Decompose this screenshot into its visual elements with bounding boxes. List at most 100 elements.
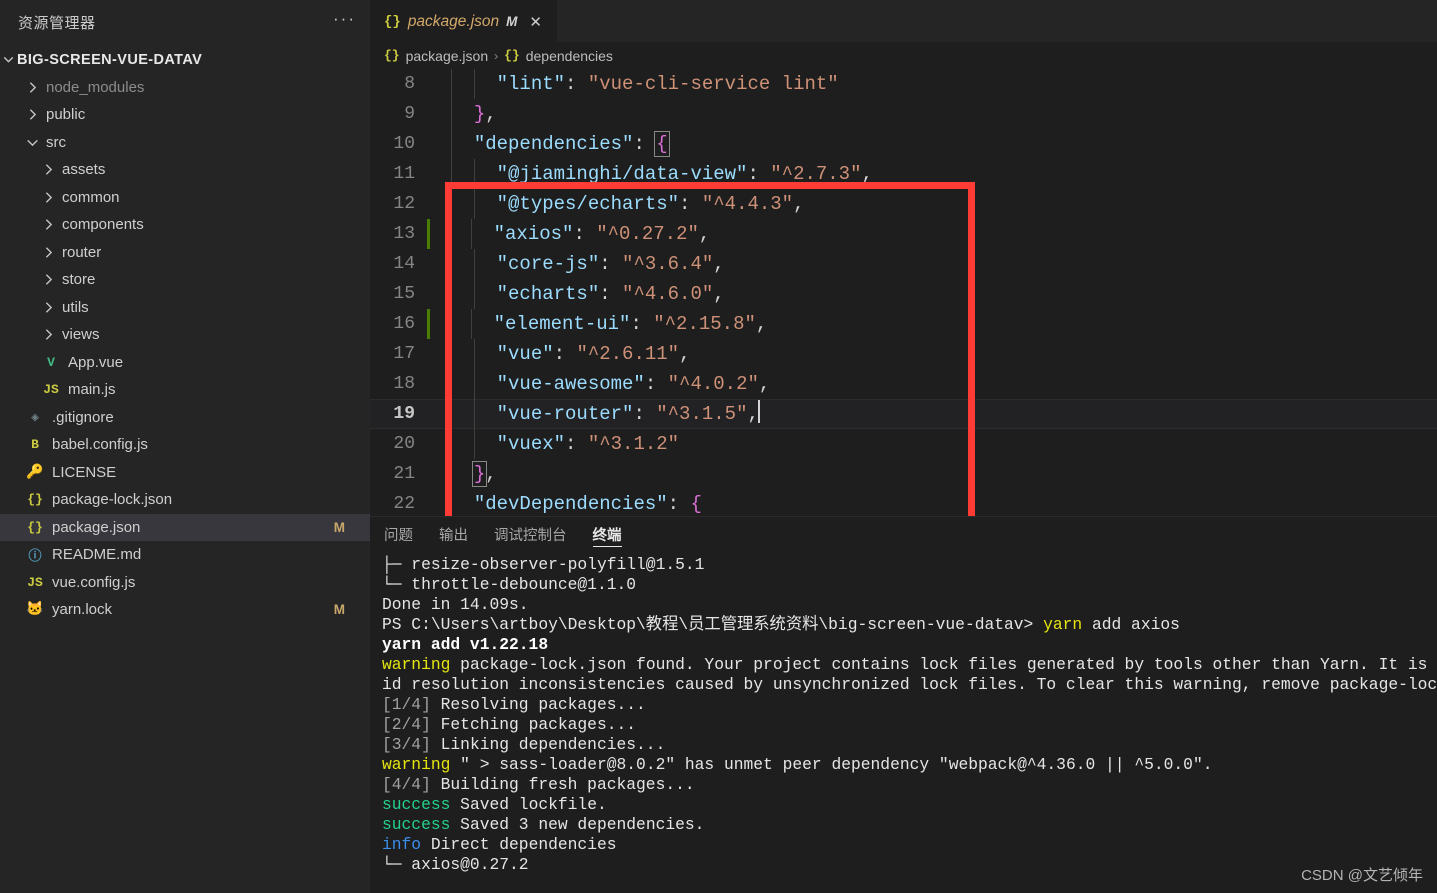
code-line[interactable]: 21 }, bbox=[370, 459, 1437, 489]
terminal-segment: [1/4] bbox=[382, 695, 431, 714]
code-line[interactable]: 10 "dependencies": { bbox=[370, 129, 1437, 159]
tree-file-vue-config-js[interactable]: JS vue.config.js bbox=[0, 569, 370, 597]
tree-folder-components[interactable]: components bbox=[0, 211, 370, 239]
yarn-icon: 🐱 bbox=[26, 602, 44, 619]
terminal-segment: Linking dependencies... bbox=[430, 735, 666, 754]
code-token: "element-ui" bbox=[493, 313, 631, 335]
indent-guide bbox=[473, 429, 475, 459]
tree-file-app-vue[interactable]: V App.vue bbox=[0, 349, 370, 377]
indent-guide bbox=[470, 309, 472, 339]
terminal-segment: Resolving packages... bbox=[430, 695, 646, 714]
panel-tab-3[interactable]: 终端 bbox=[592, 517, 622, 552]
vscode-window: 资源管理器 ··· BIG-SCREEN-VUE-DATAV node_modu… bbox=[0, 0, 1437, 893]
code-text: "devDependencies": { bbox=[433, 489, 702, 516]
terminal-line: success Saved 3 new dependencies. bbox=[382, 815, 1437, 835]
code-token: : bbox=[644, 373, 668, 395]
code-token: "^0.27.2" bbox=[596, 223, 699, 245]
tree-folder-node-modules[interactable]: node_modules bbox=[0, 74, 370, 102]
gutter-spacer bbox=[425, 399, 433, 429]
code-line[interactable]: 15 "echarts": "^4.6.0", bbox=[370, 279, 1437, 309]
code-content[interactable]: 8 "lint": "vue-cli-service lint" 9 }, 10 "… bbox=[370, 69, 1437, 516]
code-token: { bbox=[654, 131, 670, 157]
terminal-segment: PS C:\Users\artboy\Desktop\教程\员工管理系统资料\b… bbox=[382, 615, 1044, 634]
indent-guide bbox=[451, 69, 452, 99]
tab-label: package.json bbox=[407, 12, 500, 30]
indent-guide bbox=[473, 399, 475, 429]
tree-file-babel-config-js[interactable]: Bbabel.config.js bbox=[0, 431, 370, 459]
terminal-segment: success bbox=[382, 815, 451, 834]
code-line[interactable]: 22 "devDependencies": { bbox=[370, 489, 1437, 516]
code-line[interactable]: 17 "vue": "^2.6.11", bbox=[370, 339, 1437, 369]
line-number: 21 bbox=[393, 464, 415, 484]
indent-guide bbox=[473, 339, 475, 369]
code-token: : bbox=[633, 133, 657, 155]
terminal-line: Done in 14.09s. bbox=[382, 595, 1437, 615]
terminal-segment: info bbox=[382, 835, 422, 854]
javascript-icon: JS bbox=[27, 574, 43, 590]
code-text: }, bbox=[433, 459, 497, 489]
code-line[interactable]: 20 "vuex": "^3.1.2" bbox=[370, 429, 1437, 459]
code-line[interactable]: 16 "element-ui": "^2.15.8", bbox=[370, 309, 1437, 339]
tree-folder-store[interactable]: store bbox=[0, 266, 370, 294]
code-line[interactable]: 8 "lint": "vue-cli-service lint" bbox=[370, 69, 1437, 99]
indent-guide bbox=[451, 279, 452, 309]
chevron-right-icon bbox=[40, 244, 57, 261]
tree-file-gitignore[interactable]: ◈ .gitignore bbox=[0, 404, 370, 432]
code-line[interactable]: 18 "vue-awesome": "^4.0.2", bbox=[370, 369, 1437, 399]
gutter-spacer bbox=[425, 429, 433, 459]
terminal-line: warning " > sass-loader@8.0.2" has unmet… bbox=[382, 755, 1437, 775]
more-actions-icon[interactable]: ··· bbox=[333, 10, 356, 30]
breadcrumb-symbol[interactable]: dependencies bbox=[526, 48, 613, 64]
indent-guide bbox=[451, 339, 452, 369]
tree-folder-common[interactable]: common bbox=[0, 184, 370, 212]
tree-item-label: babel.config.js bbox=[52, 436, 148, 454]
tab-package-json[interactable]: {} package.json M ✕ bbox=[370, 0, 557, 42]
chevron-right-icon bbox=[40, 161, 57, 178]
panel-tab-1[interactable]: 输出 bbox=[439, 517, 468, 552]
bottom-panel: 问题 输出 调试控制台 终端 ├─ resize-observer-polyfill@… bbox=[370, 516, 1437, 893]
code-line[interactable]: 13 "axios": "^0.27.2", bbox=[370, 219, 1437, 249]
code-token: "^3.1.2" bbox=[587, 433, 680, 455]
terminal-segment: [4/4] bbox=[382, 775, 431, 794]
tree-root-big-screen-vue-datav[interactable]: BIG-SCREEN-VUE-DATAV bbox=[0, 46, 370, 74]
code-line[interactable]: 14 "core-js": "^3.6.4", bbox=[370, 249, 1437, 279]
tree-file-package-json[interactable]: {} package.json M bbox=[0, 513, 370, 541]
gutter-spacer bbox=[425, 489, 433, 516]
tree-file-package-lock-json[interactable]: {} package-lock.json bbox=[0, 486, 370, 514]
breadcrumb-file[interactable]: package.json bbox=[406, 48, 489, 64]
panel-tab-2[interactable]: 调试控制台 bbox=[494, 517, 567, 552]
tree-folder-router[interactable]: router bbox=[0, 239, 370, 267]
code-line[interactable]: 11 "@jiaminghi/data-view": "^2.7.3", bbox=[370, 159, 1437, 189]
tree-file-main-js[interactable]: JS main.js bbox=[0, 376, 370, 404]
code-line[interactable]: 9 }, bbox=[370, 99, 1437, 129]
close-icon[interactable]: ✕ bbox=[526, 11, 545, 33]
code-line[interactable]: 12 "@types/echarts": "^4.4.3", bbox=[370, 189, 1437, 219]
tree-file-readme-md[interactable]: ⓘ README.md bbox=[0, 541, 370, 569]
tree-file-license[interactable]: 🔑 LICENSE bbox=[0, 459, 370, 487]
panel-tab-0[interactable]: 问题 bbox=[384, 517, 413, 552]
code-editor[interactable]: 8 "lint": "vue-cli-service lint" 9 }, 10 "… bbox=[370, 69, 1437, 516]
json-icon: {} bbox=[27, 519, 43, 535]
terminal-output[interactable]: ├─ resize-observer-polyfill@1.5.1 └─ thro… bbox=[370, 552, 1437, 893]
tree-folder-assets[interactable]: assets bbox=[0, 156, 370, 184]
tree-file-yarn-lock[interactable]: 🐱 yarn.lock M bbox=[0, 596, 370, 624]
line-number: 12 bbox=[393, 194, 415, 214]
gutter-spacer bbox=[425, 339, 433, 369]
chevron-right-icon bbox=[40, 189, 57, 206]
breadcrumb: {} package.json › {} dependencies bbox=[370, 42, 1437, 69]
tree-folder-utils[interactable]: utils bbox=[0, 294, 370, 322]
tree-folder-public[interactable]: public bbox=[0, 101, 370, 129]
tree-item-label: common bbox=[62, 188, 120, 206]
tree-folder-views[interactable]: views bbox=[0, 321, 370, 349]
tree-folder-src[interactable]: src bbox=[0, 129, 370, 157]
code-line[interactable]: 19 "vue-router": "^3.1.5", bbox=[370, 399, 1437, 429]
terminal-segment: warning bbox=[382, 655, 451, 674]
gutter-spacer bbox=[425, 249, 433, 279]
tree-item-label: utils bbox=[62, 298, 89, 316]
code-token: "^3.1.5" bbox=[656, 403, 748, 425]
tree-item-label: package.json bbox=[52, 518, 141, 536]
code-token: "vuex" bbox=[496, 433, 566, 455]
code-token: , bbox=[861, 163, 873, 185]
terminal-segment: Building fresh packages... bbox=[430, 775, 695, 794]
